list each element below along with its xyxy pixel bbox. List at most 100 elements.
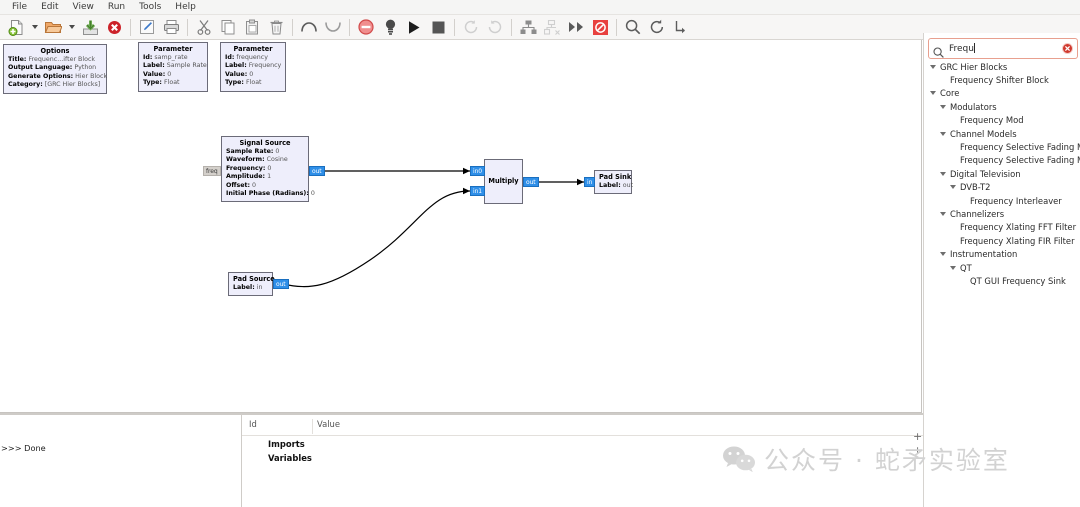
properties-row-imports[interactable]: Imports	[268, 439, 305, 449]
clear-search-icon[interactable]	[1062, 43, 1073, 54]
tree-item-frequency-interleaver[interactable]: Frequency Interleaver	[924, 194, 1080, 207]
save-flowgraph-button[interactable]	[78, 16, 102, 39]
multiply-in0-port[interactable]: in0	[470, 166, 485, 176]
open-recent-dropdown[interactable]	[65, 16, 78, 39]
tree-item-qt-gui-frequency-sink[interactable]: QT GUI Frequency Sink	[924, 274, 1080, 287]
parameter-frequency-block[interactable]: Parameter Id: frequency Label: Frequency…	[220, 42, 286, 92]
chevron-down-icon[interactable]	[940, 171, 946, 176]
multiply-in1-port[interactable]: in1	[470, 186, 485, 196]
column-header-id[interactable]: Id	[249, 419, 257, 429]
menu-tools[interactable]: Tools	[132, 0, 168, 14]
chevron-down-icon[interactable]	[940, 211, 946, 216]
flowgraph-canvas[interactable]: Options Title: Frequenc...ifter Block Ou…	[0, 40, 922, 413]
chevron-down-icon[interactable]	[930, 64, 936, 69]
toolbar-separator	[187, 18, 188, 36]
new-flowgraph-button[interactable]	[4, 16, 28, 39]
multiply-out-port[interactable]: out	[523, 177, 539, 187]
tree-item-label: Core	[940, 88, 960, 99]
redo-button[interactable]	[321, 16, 345, 39]
column-divider[interactable]	[312, 419, 313, 434]
create-hier-button[interactable]	[516, 16, 540, 39]
tree-item-frequency-selective-fading-model-2[interactable]: Frequency Selective Fading Model 2	[924, 154, 1080, 167]
chevron-down-icon[interactable]	[940, 252, 946, 257]
tree-item-instrumentation[interactable]: Instrumentation	[924, 247, 1080, 260]
pad-sink-block[interactable]: Pad Sink Label: out	[594, 170, 633, 195]
console-output: >>> Done Loading: "/home/ubuntu/lesson/l…	[0, 415, 241, 507]
signal-source-block[interactable]: Signal Source Sample Rate: 0 Waveform: C…	[221, 136, 315, 203]
remove-hier-button[interactable]	[540, 16, 564, 39]
chevron-down-icon[interactable]	[930, 91, 936, 96]
tree-item-frequency-mod[interactable]: Frequency Mod	[924, 114, 1080, 127]
tree-item-channel-models[interactable]: Channel Models	[924, 127, 1080, 140]
reload-blocks-button[interactable]	[645, 16, 669, 39]
find-block-button[interactable]	[621, 16, 645, 39]
tree-item-frequency-selective-fading-model[interactable]: Frequency Selective Fading Model	[924, 140, 1080, 153]
print-button[interactable]	[159, 16, 183, 39]
grc-application-window: File Edit View Run Tools Help Options Ti…	[0, 0, 1080, 507]
chevron-down-icon[interactable]	[950, 185, 956, 190]
toolbar-separator	[454, 18, 455, 36]
parameter-samp-rate-value: Value: 0	[143, 70, 172, 78]
menu-file[interactable]: File	[5, 0, 34, 14]
close-flowgraph-button[interactable]	[102, 16, 126, 39]
kill-flowgraph-button[interactable]	[426, 16, 450, 39]
block-search-box[interactable]: Frequ	[928, 38, 1078, 59]
variables-properties-panel[interactable]: Id Value Imports Variables	[242, 413, 923, 507]
tree-item-channelizers[interactable]: Channelizers	[924, 207, 1080, 220]
execute-flowgraph-button[interactable]	[402, 16, 426, 39]
rotate-right-button[interactable]	[483, 16, 507, 39]
edit-properties-button[interactable]	[135, 16, 159, 39]
copy-button[interactable]	[216, 16, 240, 39]
tree-item-label: Frequency Selective Fading Model	[960, 142, 1080, 153]
pad-source-out-port[interactable]: out	[273, 279, 289, 289]
chevron-down-icon[interactable]	[940, 104, 946, 109]
tree-item-grc-hier-blocks[interactable]: GRC Hier Blocks	[924, 60, 1080, 73]
expand-properties-icon-top[interactable]: +	[913, 431, 922, 442]
console-line: >>> Done	[1, 442, 46, 453]
tree-item-frequency-shifter-block[interactable]: Frequency Shifter Block	[924, 73, 1080, 86]
options-block-param-output-language: Output Language: Python	[8, 64, 97, 72]
parameter-samp-rate-block[interactable]: Parameter Id: samp_rate Label: Sample Ra…	[138, 42, 208, 92]
enable-block-button[interactable]	[378, 16, 402, 39]
tree-item-frequency-xlating-fir-filter[interactable]: Frequency Xlating FIR Filter	[924, 234, 1080, 247]
menu-help[interactable]: Help	[168, 0, 203, 14]
menu-run[interactable]: Run	[101, 0, 132, 14]
pad-source-block[interactable]: Pad Source Label: in	[228, 272, 275, 297]
tree-item-dvb-t2[interactable]: DVB-T2	[924, 181, 1080, 194]
options-block[interactable]: Options Title: Frequenc...ifter Block Ou…	[3, 44, 107, 94]
multiply-block[interactable]: Multiply	[484, 159, 523, 204]
undo-button[interactable]	[297, 16, 321, 39]
toggle-sink-bus-button[interactable]	[588, 16, 612, 39]
rotate-left-button[interactable]	[459, 16, 483, 39]
new-flowgraph-dropdown[interactable]	[28, 16, 41, 39]
tree-item-modulators[interactable]: Modulators	[924, 100, 1080, 113]
paste-button[interactable]	[240, 16, 264, 39]
tree-item-frequency-xlating-fft-filter[interactable]: Frequency Xlating FFT Filter	[924, 221, 1080, 234]
cut-button[interactable]	[192, 16, 216, 39]
toolbar-separator	[349, 18, 350, 36]
delete-button[interactable]	[264, 16, 288, 39]
signal-source-out-port[interactable]: out	[309, 166, 325, 176]
toggle-source-bus-button[interactable]	[564, 16, 588, 39]
disable-block-button[interactable]	[354, 16, 378, 39]
chevron-down-icon[interactable]	[940, 131, 946, 136]
menu-view[interactable]: View	[66, 0, 101, 14]
tree-item-digital-television[interactable]: Digital Television	[924, 167, 1080, 180]
pad-sink-in-port[interactable]: in	[584, 177, 596, 187]
console-panel[interactable]: >>> Done Loading: "/home/ubuntu/lesson/l…	[0, 413, 241, 507]
tree-item-qt[interactable]: QT	[924, 261, 1080, 274]
chevron-down-icon[interactable]	[950, 265, 956, 270]
parameter-samp-rate-id: Id: samp_rate	[143, 54, 188, 61]
expand-properties-icon-bottom[interactable]: +	[913, 445, 922, 456]
open-terminal-button[interactable]	[669, 16, 693, 39]
open-flowgraph-button[interactable]	[41, 16, 65, 39]
pad-sink-title: Pad Sink	[599, 173, 632, 181]
bottom-pane: >>> Done Loading: "/home/ubuntu/lesson/l…	[0, 413, 923, 507]
tree-item-core[interactable]: Core	[924, 87, 1080, 100]
block-tree[interactable]: GRC Hier Blocks Frequency Shifter Block …	[924, 60, 1080, 460]
properties-row-variables[interactable]: Variables	[268, 453, 312, 463]
block-search-input[interactable]: Frequ	[949, 43, 1062, 54]
column-header-value[interactable]: Value	[317, 419, 340, 429]
signal-source-freq-port[interactable]: freq	[203, 166, 221, 176]
menu-edit[interactable]: Edit	[34, 0, 65, 14]
